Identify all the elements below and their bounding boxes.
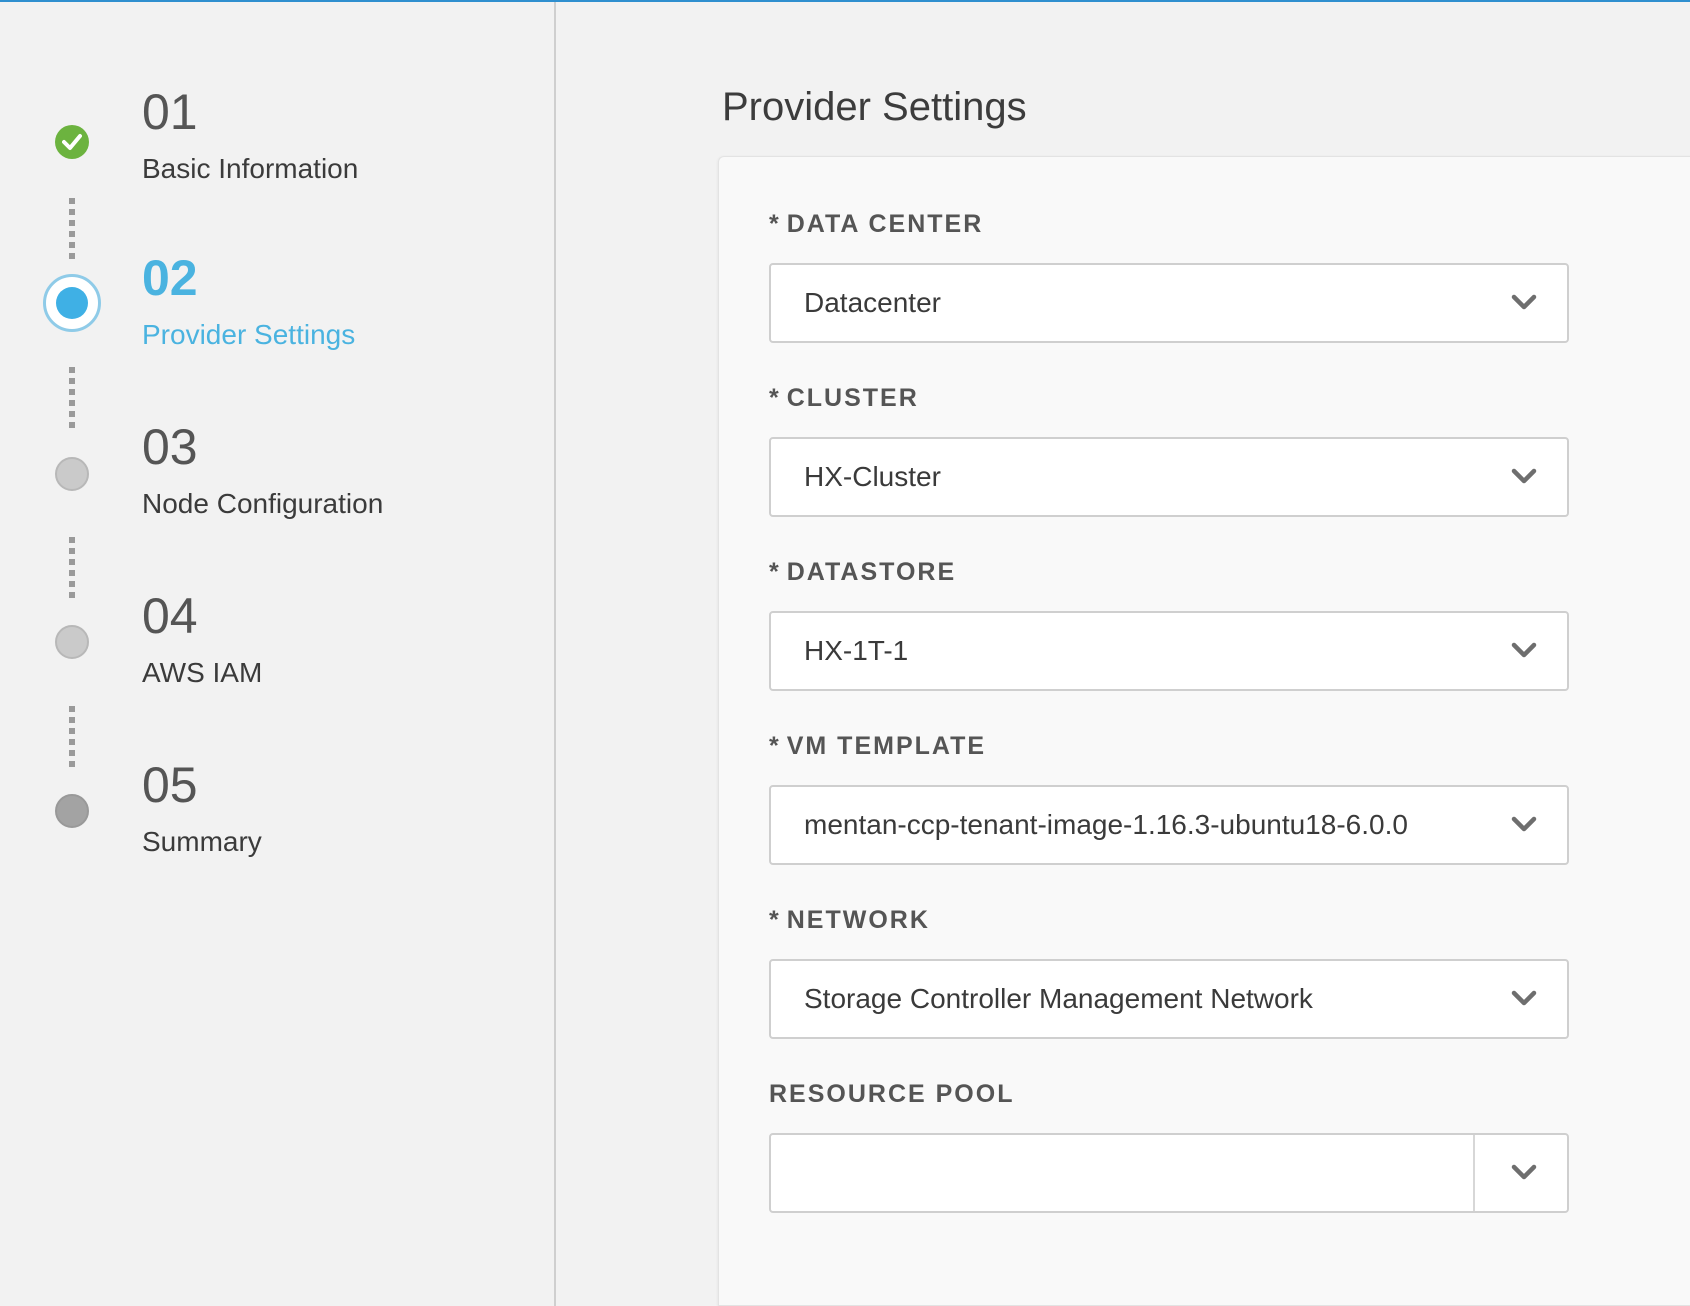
network-select[interactable]: Storage Controller Management Network (769, 959, 1569, 1039)
label-text: NETWORK (786, 906, 930, 934)
required-asterisk: * (769, 210, 781, 238)
network-label: * NETWORK (769, 905, 930, 935)
step-label: Node Configuration (142, 488, 384, 519)
step-pending-marker (55, 794, 89, 828)
data-center-select[interactable]: Datacenter (769, 263, 1569, 343)
step-number: 03 (142, 419, 198, 475)
vm-template-select[interactable]: mentan-ccp-tenant-image-1.16.3-ubuntu18-… (769, 785, 1569, 865)
label-text: VM TEMPLATE (786, 732, 987, 760)
chevron-down-icon (1511, 642, 1537, 658)
page-title: Provider Settings (722, 85, 1027, 129)
chevron-down-icon (1511, 816, 1537, 832)
chevron-down-icon (1511, 468, 1537, 484)
datastore-label: * DATASTORE (769, 557, 956, 587)
step-number: 04 (142, 588, 198, 644)
vm-template-label: * VM TEMPLATE (769, 731, 986, 761)
dropdown-divider (1473, 1135, 1475, 1211)
step-basic-information[interactable]: 01 Basic Information (0, 82, 556, 232)
provider-settings-form: * DATA CENTER Datacenter * CLUSTER HX-Clus… (718, 156, 1690, 1306)
chevron-down-icon (1511, 990, 1537, 1006)
step-pending-marker (55, 625, 89, 659)
selected-value: HX-Cluster (804, 461, 941, 492)
label-text: CLUSTER (786, 384, 919, 412)
step-label: Basic Information (142, 153, 359, 184)
chevron-down-icon (1511, 294, 1537, 310)
wizard-stepper: 01 Basic Information 02 Provider Setting… (0, 2, 556, 1306)
data-center-label: * DATA CENTER (769, 209, 983, 239)
step-summary[interactable]: 05 Summary (0, 755, 556, 905)
cluster-select[interactable]: HX-Cluster (769, 437, 1569, 517)
required-asterisk: * (769, 732, 781, 760)
step-pending-marker (55, 457, 89, 491)
step-number: 01 (142, 84, 198, 140)
required-asterisk: * (769, 906, 781, 934)
step-current-marker (43, 274, 101, 332)
label-text: DATA CENTER (786, 210, 984, 238)
datastore-select[interactable]: HX-1T-1 (769, 611, 1569, 691)
step-number: 02 (142, 250, 198, 306)
step-label: AWS IAM (142, 657, 263, 688)
resource-pool-label: RESOURCE POOL (769, 1079, 1014, 1109)
step-completed-marker (55, 125, 89, 159)
label-text: RESOURCE POOL (769, 1080, 1015, 1108)
step-aws-iam[interactable]: 04 AWS IAM (0, 586, 556, 736)
selected-value: mentan-ccp-tenant-image-1.16.3-ubuntu18-… (804, 809, 1408, 840)
step-number: 05 (142, 757, 198, 813)
step-label: Provider Settings (142, 319, 356, 350)
step-node-configuration[interactable]: 03 Node Configuration (0, 417, 556, 567)
chevron-down-icon[interactable] (1511, 1163, 1537, 1181)
resource-pool-select[interactable] (769, 1133, 1569, 1213)
label-text: DATASTORE (786, 558, 957, 586)
cluster-label: * CLUSTER (769, 383, 919, 413)
selected-value: Storage Controller Management Network (804, 983, 1313, 1014)
check-icon (62, 134, 82, 150)
required-asterisk: * (769, 384, 781, 412)
selected-value: Datacenter (804, 287, 941, 318)
required-asterisk: * (769, 558, 781, 586)
step-label: Summary (142, 826, 262, 857)
selected-value: HX-1T-1 (804, 635, 909, 666)
